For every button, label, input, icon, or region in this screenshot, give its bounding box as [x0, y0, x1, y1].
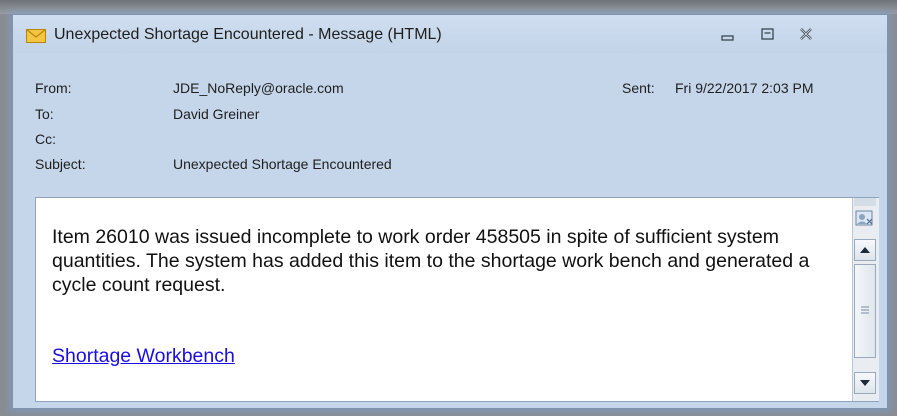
shortage-workbench-link[interactable]: Shortage Workbench — [52, 345, 235, 368]
to-value[interactable]: David Greiner — [173, 106, 259, 122]
vertical-scrollbar[interactable] — [852, 198, 879, 401]
message-window: Unexpected Shortage Encountered - Messag… — [12, 14, 888, 409]
minimize-button[interactable] — [714, 24, 742, 46]
message-body-text: Item 26010 was issued incomplete to work… — [52, 226, 810, 296]
scroll-thumb[interactable] — [854, 264, 876, 358]
close-icon — [800, 28, 812, 40]
envelope-icon — [26, 29, 46, 43]
title-bar[interactable]: Unexpected Shortage Encountered - Messag… — [13, 15, 887, 53]
from-value[interactable]: JDE_NoReply@oracle.com — [173, 80, 344, 96]
scroll-up-arrow-icon — [860, 247, 870, 253]
from-label: From: — [35, 80, 72, 96]
maximize-icon — [761, 28, 774, 40]
minimize-icon — [721, 35, 734, 41]
window-title: Unexpected Shortage Encountered - Messag… — [54, 26, 442, 43]
message-body-pane[interactable]: Item 26010 was issued incomplete to work… — [35, 197, 879, 402]
cc-label: Cc: — [35, 131, 56, 147]
sent-label: Sent: — [622, 80, 655, 96]
maximize-button[interactable] — [753, 24, 781, 46]
scroll-up-button[interactable] — [854, 239, 876, 261]
subject-value: Unexpected Shortage Encountered — [173, 156, 392, 172]
scroll-down-arrow-icon — [860, 380, 870, 386]
close-button[interactable] — [792, 24, 820, 46]
subject-label: Subject: — [35, 156, 86, 172]
desktop-backdrop — [0, 0, 897, 14]
people-pane-icon[interactable] — [854, 209, 876, 229]
scrollbar-grip[interactable] — [854, 198, 876, 206]
sent-value: Fri 9/22/2017 2:03 PM — [675, 80, 814, 96]
thumb-grip-icon — [861, 306, 869, 314]
scroll-down-button[interactable] — [854, 372, 876, 394]
to-label: To: — [35, 106, 54, 122]
